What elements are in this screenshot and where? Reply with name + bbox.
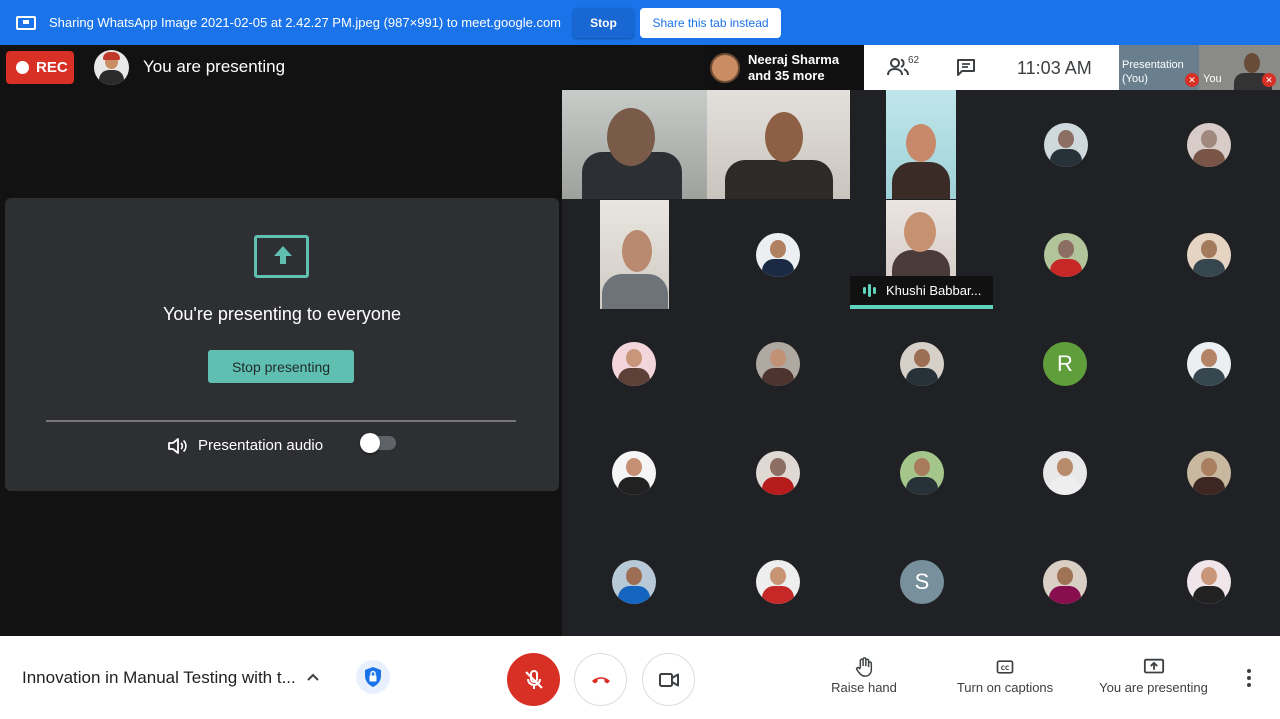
leave-call-button[interactable]: [574, 653, 627, 706]
participant-video-tile[interactable]: [600, 200, 669, 309]
svg-text:CC: CC: [1001, 666, 1010, 672]
speaker-icon: [168, 438, 187, 454]
avatar[interactable]: [1187, 342, 1231, 386]
you-label: You: [1203, 73, 1222, 85]
present-screen-icon: [254, 235, 309, 278]
participant-video-tile[interactable]: [886, 90, 956, 199]
avatar[interactable]: [756, 233, 800, 277]
avatar[interactable]: [900, 451, 944, 495]
people-count: 62: [908, 55, 920, 66]
chat-icon[interactable]: [956, 58, 976, 76]
presentation-label: Presentation (You): [1122, 59, 1184, 85]
share-message: Sharing WhatsApp Image 2021-02-05 at 2.4…: [49, 15, 562, 30]
more-vert-icon[interactable]: [1246, 669, 1252, 687]
letter-avatar[interactable]: R: [1043, 342, 1087, 386]
avatar[interactable]: [612, 560, 656, 604]
avatar[interactable]: [612, 342, 656, 386]
letter-avatar[interactable]: S: [900, 560, 944, 604]
participant-video-tile[interactable]: [707, 90, 850, 199]
presentation-audio-toggle[interactable]: [360, 433, 396, 453]
raise-hand-button[interactable]: Raise hand: [829, 654, 899, 695]
captions-label: Turn on captions: [956, 680, 1054, 695]
presenting-panel: You're presenting to everyone Stop prese…: [5, 198, 559, 491]
rec-label: REC: [36, 59, 68, 76]
clock: 11:03 AM: [1017, 58, 1092, 78]
avatar: [94, 50, 129, 85]
shield-lock-icon: [365, 667, 381, 687]
share-this-tab-button[interactable]: Share this tab instead: [640, 7, 782, 38]
avatar[interactable]: [1043, 451, 1087, 495]
avatar[interactable]: [612, 451, 656, 495]
chevron-up-icon[interactable]: [307, 671, 319, 683]
participant-video-tile[interactable]: [562, 90, 707, 199]
more-count: and 35 more: [748, 67, 825, 83]
bottom-toolbar: Innovation in Manual Testing with t... R…: [0, 636, 1280, 719]
avatar[interactable]: [1187, 451, 1231, 495]
more-participants-tile[interactable]: Neeraj Sharma and 35 more: [703, 45, 864, 90]
videocam-icon: [658, 672, 679, 687]
presenting-label: You are presenting: [1099, 680, 1208, 695]
camera-button[interactable]: [642, 653, 695, 706]
microphone-button[interactable]: [507, 653, 560, 706]
avatar[interactable]: [1044, 233, 1088, 277]
top-right-panel: Neeraj Sharma and 35 more 62 11:03 AM Pr…: [703, 45, 1280, 90]
meeting-title[interactable]: Innovation in Manual Testing with t...: [22, 668, 296, 688]
avatar[interactable]: [1187, 123, 1231, 167]
avatar[interactable]: [756, 342, 800, 386]
meet-window: Sharing WhatsApp Image 2021-02-05 at 2.4…: [0, 0, 1280, 719]
mic-off-icon: ✕: [1262, 73, 1276, 87]
presenting-heading: You're presenting to everyone: [163, 304, 401, 324]
speaking-indicator-icon: [863, 284, 876, 297]
call-end-icon: [591, 676, 610, 683]
audio-off-icon: ✕: [1185, 73, 1199, 87]
stop-sharing-button[interactable]: Stop: [573, 7, 635, 38]
people-icon[interactable]: [887, 57, 909, 77]
captions-button[interactable]: CC Turn on captions: [952, 654, 1058, 695]
participant-video-tile[interactable]: [886, 200, 956, 276]
screen-share-bar: Sharing WhatsApp Image 2021-02-05 at 2.4…: [0, 0, 1280, 45]
presenting-button[interactable]: You are presenting: [1096, 654, 1211, 695]
active-speaker-label: Khushi Babbar...: [850, 276, 993, 305]
speaker-name: Khushi Babbar...: [886, 283, 982, 298]
avatar[interactable]: [1187, 560, 1231, 604]
hand-icon: [855, 657, 873, 677]
avatar[interactable]: [1044, 123, 1088, 167]
screen-share-icon: [16, 15, 36, 30]
avatar[interactable]: [1043, 560, 1087, 604]
page-title: You are presenting: [143, 57, 286, 76]
avatar: [710, 52, 740, 83]
self-tile[interactable]: Presentation (You) ✕ You ✕: [1119, 45, 1280, 90]
raise-hand-label: Raise hand: [831, 680, 897, 695]
avatar[interactable]: [756, 451, 800, 495]
present-screen-icon: [1143, 658, 1164, 674]
participant-name: Neeraj Sharma: [748, 51, 840, 67]
host-controls-button[interactable]: [356, 660, 390, 694]
avatar[interactable]: [900, 342, 944, 386]
meeting-info-panel: 62 11:03 AM: [864, 45, 1119, 90]
active-speaker-indicator: [850, 305, 993, 309]
recording-badge[interactable]: REC: [6, 51, 74, 84]
record-dot-icon: [16, 61, 29, 74]
divider: [46, 420, 516, 422]
avatar[interactable]: [756, 560, 800, 604]
captions-icon: CC: [996, 660, 1014, 674]
presentation-audio-label: Presentation audio: [198, 437, 324, 454]
mic-off-icon: [524, 669, 543, 689]
stop-presenting-button[interactable]: Stop presenting: [208, 350, 354, 383]
avatar[interactable]: [1187, 233, 1231, 277]
